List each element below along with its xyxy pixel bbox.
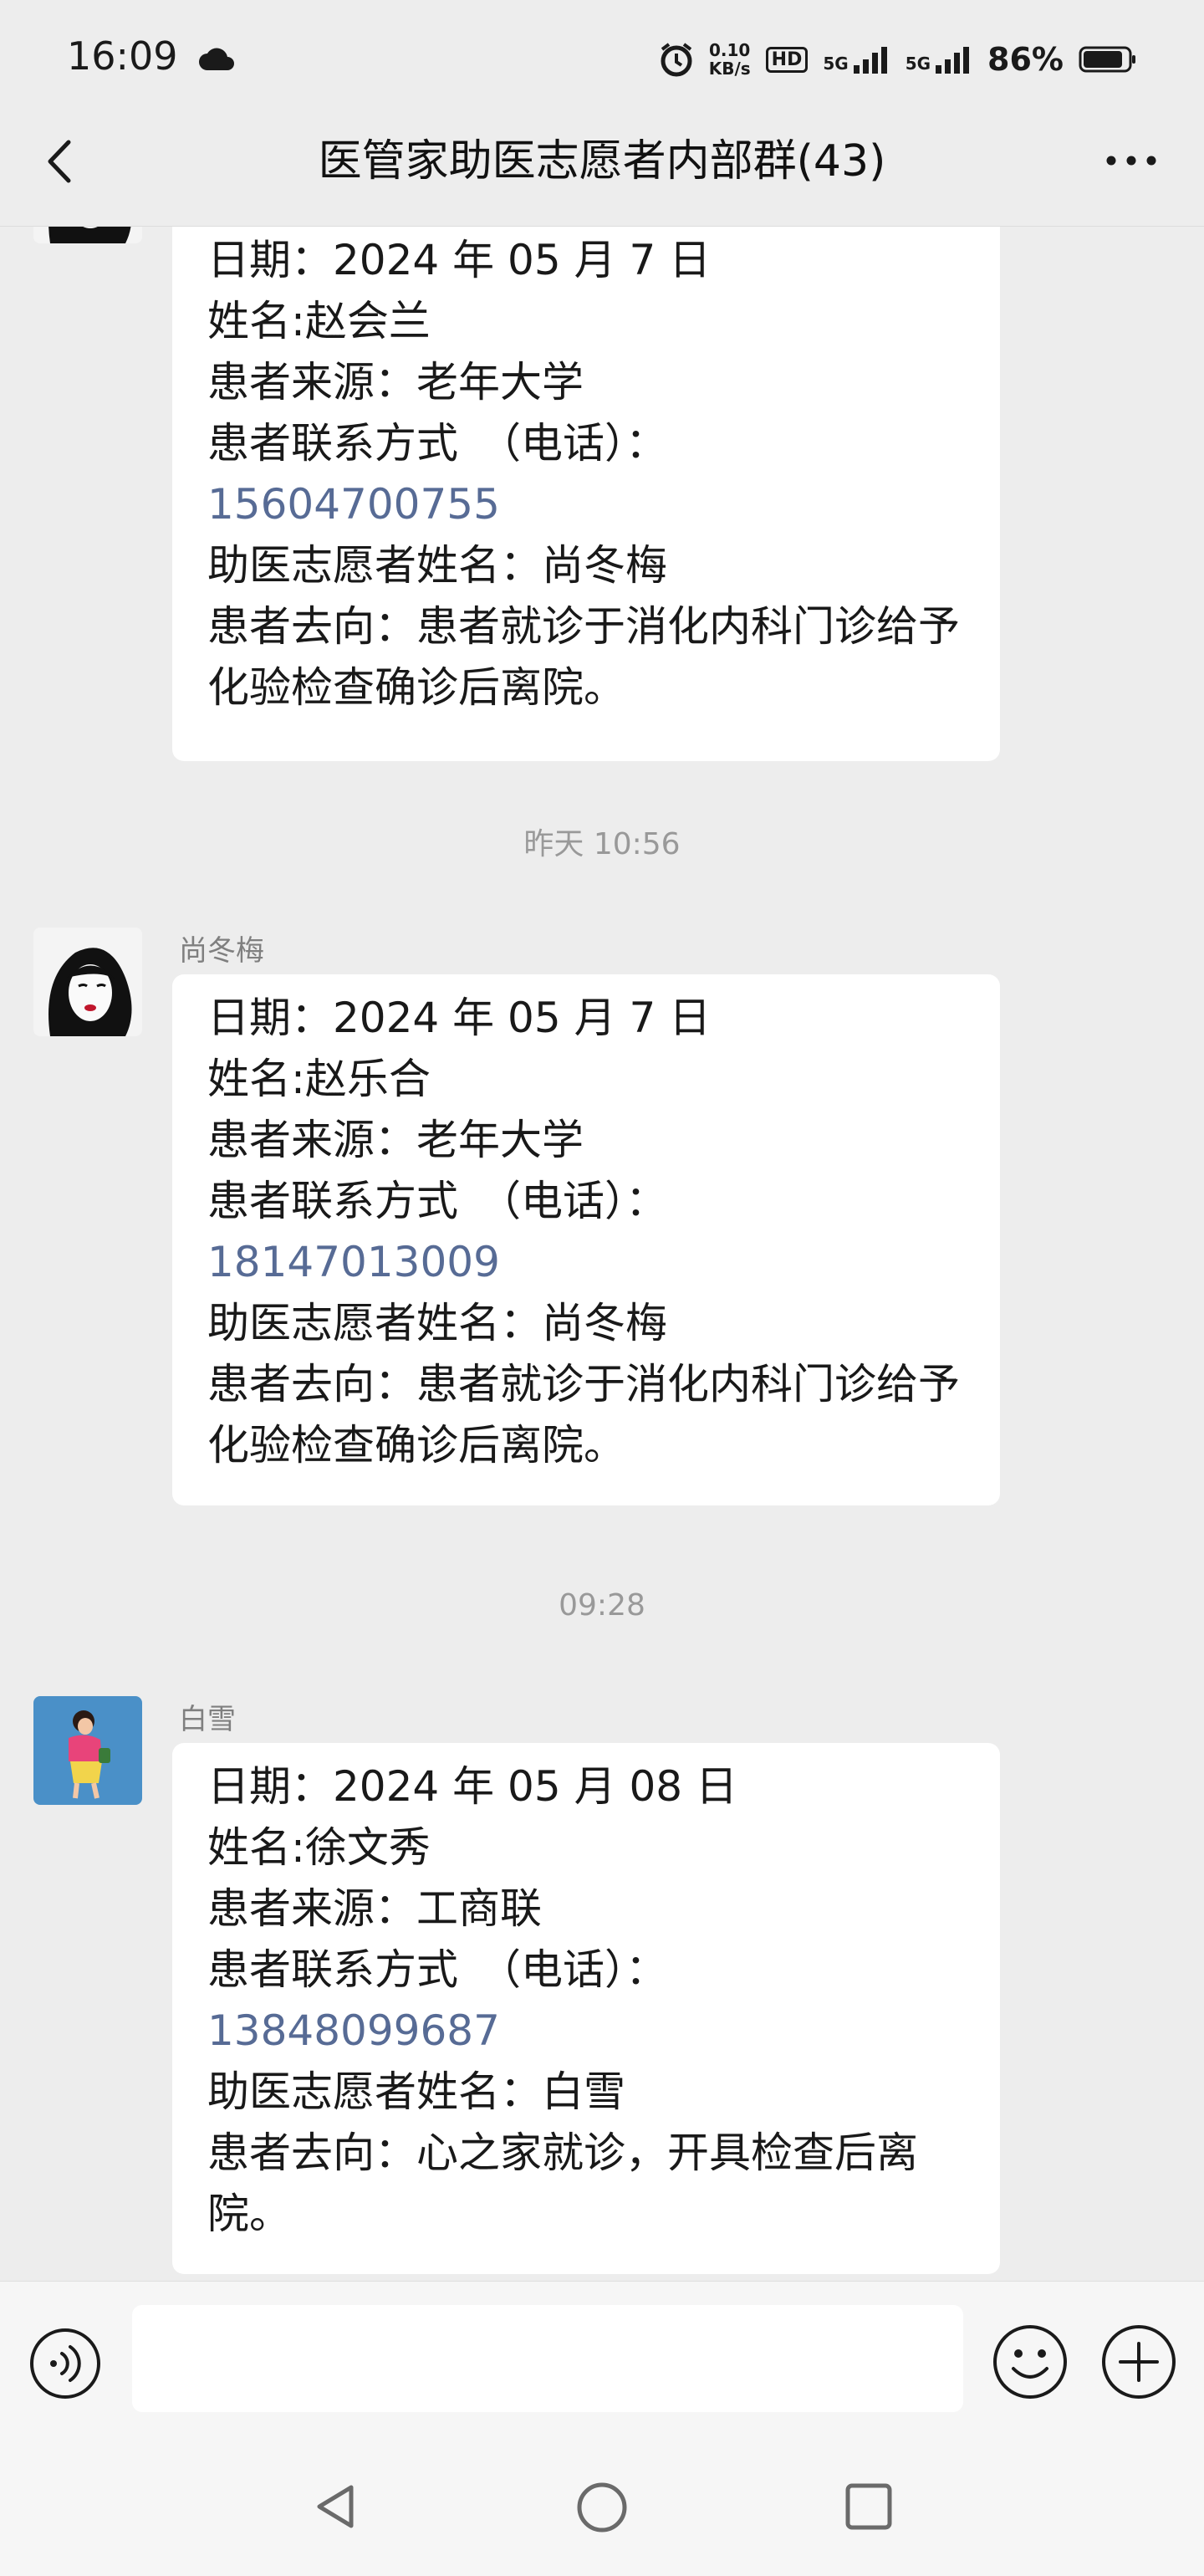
nav-back-icon[interactable] bbox=[308, 2479, 363, 2534]
message-timestamp: 09:28 bbox=[559, 1588, 645, 1623]
avatar-image bbox=[33, 1696, 142, 1805]
cloud-icon bbox=[199, 48, 234, 70]
net-speed-unit: KB/s bbox=[708, 59, 751, 79]
message-contact-label: 患者联系方式 （电话）： bbox=[207, 419, 667, 468]
message-date: 日期：2024 年 05 月 08 日 bbox=[207, 1762, 737, 1811]
message-bubble[interactable]: 日期：2024 年 05 月 7 日 姓名:赵会兰 患者来源：老年大学 患者联系… bbox=[172, 227, 1000, 761]
message-contact-label: 患者联系方式 （电话）： bbox=[207, 1177, 667, 1225]
message-date: 日期：2024 年 05 月 7 日 bbox=[207, 994, 712, 1042]
alarm-icon bbox=[661, 43, 692, 77]
message-source: 患者来源：老年大学 bbox=[207, 358, 584, 406]
network-label-1: 5G bbox=[823, 54, 849, 74]
battery-text: 86% bbox=[987, 41, 1064, 78]
back-icon[interactable] bbox=[40, 132, 79, 191]
status-time: 16:09 bbox=[67, 33, 178, 79]
message-name: 姓名:赵会兰 bbox=[207, 297, 431, 345]
message-bubble[interactable]: 日期：2024 年 05 月 7 日 姓名:赵乐合 患者来源：老年大学 患者联系… bbox=[172, 974, 1000, 1505]
hd-badge: HD bbox=[765, 46, 809, 73]
phone-link[interactable]: 13848099687 bbox=[207, 2001, 965, 2062]
message-destination: 患者去向：患者就诊于消化内科门诊给予化验检查确诊后离院。 bbox=[207, 602, 960, 712]
plus-icon[interactable] bbox=[1100, 2323, 1177, 2400]
message-name: 姓名:赵乐合 bbox=[207, 1055, 431, 1103]
more-icon[interactable] bbox=[1104, 146, 1159, 176]
signal-icon bbox=[853, 47, 887, 74]
message-contact-label: 患者联系方式 （电话）： bbox=[207, 1945, 667, 1994]
message-volunteer: 助医志愿者姓名：尚冬梅 bbox=[207, 541, 667, 590]
phone-link[interactable]: 18147013009 bbox=[207, 1232, 965, 1293]
nav-home-icon[interactable] bbox=[574, 2479, 630, 2536]
message-bubble[interactable]: 日期：2024 年 05 月 08 日 姓名:徐文秀 患者来源：工商联 患者联系… bbox=[172, 1743, 1000, 2274]
avatar[interactable] bbox=[33, 1696, 142, 1805]
sender-name: 尚冬梅 bbox=[179, 934, 264, 968]
message-volunteer: 助医志愿者姓名：尚冬梅 bbox=[207, 1299, 667, 1347]
phone-link[interactable]: 15604700755 bbox=[207, 474, 965, 535]
avatar-image bbox=[33, 227, 142, 243]
avatar[interactable] bbox=[33, 928, 142, 1036]
message-source: 患者来源：工商联 bbox=[207, 1884, 542, 1933]
network-label-2: 5G bbox=[905, 54, 931, 74]
status-icons: 0.10 KB/s HD 5G 5G 86% bbox=[659, 37, 1137, 82]
avatar-image bbox=[33, 928, 142, 1036]
emoji-icon[interactable] bbox=[992, 2323, 1069, 2400]
message-list[interactable]: 日期：2024 年 05 月 7 日 姓名:赵会兰 患者来源：老年大学 患者联系… bbox=[0, 227, 1204, 2281]
message-source: 患者来源：老年大学 bbox=[207, 1116, 584, 1164]
status-bar: 16:09 0.10 KB/s HD 5G 5G 86% bbox=[0, 0, 1204, 109]
voice-icon[interactable] bbox=[28, 2327, 102, 2400]
battery-icon bbox=[1079, 46, 1135, 73]
avatar[interactable] bbox=[33, 227, 142, 243]
message-destination: 患者去向：患者就诊于消化内科门诊给予化验检查确诊后离院。 bbox=[207, 1360, 960, 1469]
sender-name: 白雪 bbox=[179, 1703, 236, 1736]
message-timestamp: 昨天 10:56 bbox=[523, 827, 681, 861]
message-destination: 患者去向：心之家就诊，开具检查后离院。 bbox=[207, 2129, 918, 2238]
nav-recents-icon[interactable] bbox=[841, 2479, 896, 2534]
message-volunteer: 助医志愿者姓名：白雪 bbox=[207, 2067, 625, 2116]
message-name: 姓名:徐文秀 bbox=[207, 1823, 431, 1872]
message-date: 日期：2024 年 05 月 7 日 bbox=[207, 236, 712, 284]
signal-icon-2 bbox=[936, 47, 970, 74]
chat-title: 医管家助医志愿者内部群(43) bbox=[318, 136, 886, 187]
message-input[interactable] bbox=[132, 2305, 963, 2412]
net-speed: 0.10 KB/s bbox=[709, 41, 751, 78]
net-speed-value: 0.10 bbox=[709, 40, 751, 60]
